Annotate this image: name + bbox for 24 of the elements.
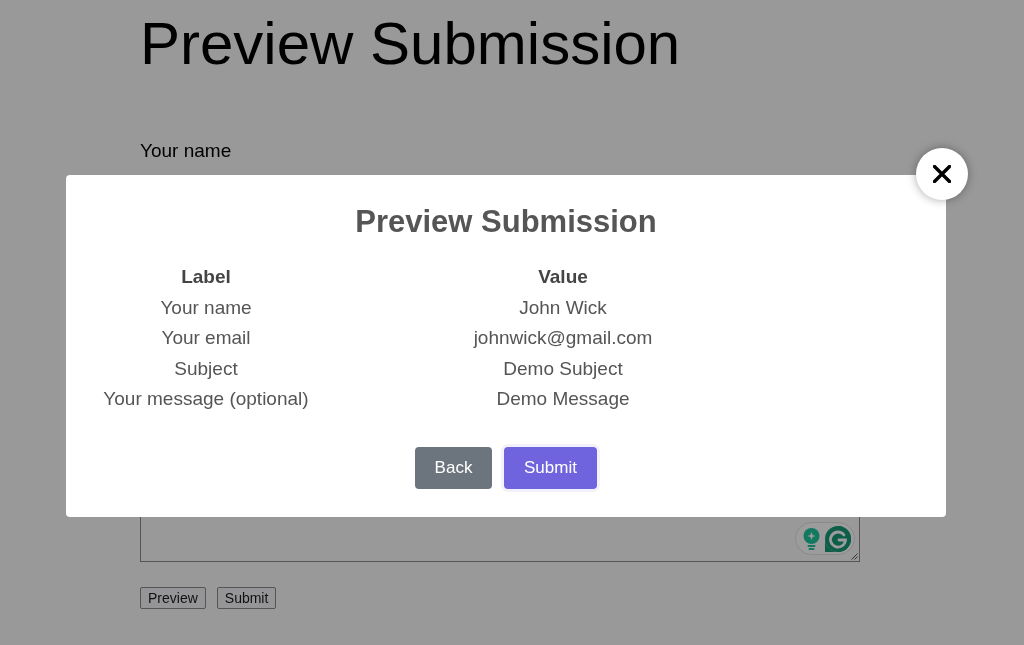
lightbulb-icon xyxy=(803,527,820,550)
table-cell-text: Demo Subject xyxy=(503,356,623,381)
column-header: Value xyxy=(538,265,588,289)
table-cell-text: Demo Message xyxy=(496,387,630,411)
table-cell-text: Your name xyxy=(160,295,252,320)
submit-button[interactable]: Submit xyxy=(504,446,597,489)
table-cell-text: Subject xyxy=(174,356,238,381)
column-header: Label xyxy=(181,265,231,289)
submit-button[interactable]: Submit xyxy=(216,587,277,609)
extension-widget[interactable] xyxy=(795,522,855,555)
g-badge-icon xyxy=(825,525,851,552)
back-button[interactable]: Back xyxy=(415,446,492,489)
resize-grip-icon[interactable] xyxy=(851,553,858,560)
field-label: Your name xyxy=(140,139,232,163)
table-cell-text: Your email xyxy=(161,326,251,350)
preview-button[interactable]: Preview xyxy=(140,587,206,609)
message-field[interactable] xyxy=(140,517,860,562)
close-icon xyxy=(933,165,951,183)
page-heading: Preview Submission xyxy=(140,9,681,79)
table-cell-text: Your message (optional) xyxy=(103,387,309,411)
dialog-title: Preview Submission xyxy=(355,203,657,241)
table-cell-text: johnwick@gmail.com xyxy=(473,326,653,350)
table-cell-text: John Wick xyxy=(519,295,607,320)
close-button[interactable] xyxy=(916,148,968,200)
